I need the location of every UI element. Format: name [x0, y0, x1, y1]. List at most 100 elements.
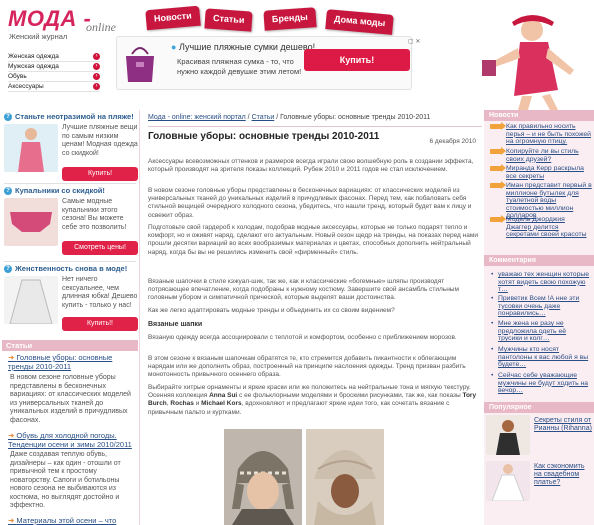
wedding-dress-thumbnail	[486, 461, 530, 501]
arrow-icon	[490, 147, 506, 155]
breadcrumb: Мода - online: женский портал / Статьи /…	[148, 114, 431, 121]
ad-block[interactable]: ? Женственность снова в моде! Нет ничего …	[4, 264, 138, 336]
divider	[148, 126, 482, 127]
promo-close-icons[interactable]: ▢ ✕	[408, 38, 420, 45]
beach-girl-image	[4, 124, 58, 172]
news-link[interactable]: Модель Джорджия Джаггер делится секретам…	[484, 215, 592, 239]
category-label: Мужская одежда	[8, 63, 59, 70]
comment-link[interactable]: Приветик Всем !А нне эти тусовки очень д…	[490, 295, 590, 318]
knit-hat-photo	[224, 429, 302, 525]
site-header: МОДА - online Женский журнал Новости Ста…	[0, 0, 594, 110]
article-paragraph: Выбирайте хитрые орнаменты и яркие краск…	[148, 384, 477, 416]
article-link[interactable]: ➜ Головные уборы: основные тренды 2010-2…	[8, 353, 136, 371]
arrow-icon: ›	[93, 83, 100, 90]
handbag-image	[126, 47, 154, 82]
arrow-icon	[490, 181, 506, 189]
ad-block[interactable]: ? Станьте неотразимой на пляже! Лучшие пл…	[4, 112, 138, 192]
ad-title: ? Станьте неотразимой на пляже!	[4, 112, 138, 121]
category-list: Женская одежда › Мужская одежда › Обувь › А…	[8, 52, 100, 92]
nav-tab-articles[interactable]: Статьи	[204, 8, 254, 32]
article-paragraph: Вязаные шапочки в стиле кэжуал-шик, так …	[148, 278, 459, 302]
news-link[interactable]: Копируйте ли вы стиль своих друзей?	[484, 147, 592, 163]
ad-text: Самые модные купальники этого сезона! Вы…	[62, 198, 127, 231]
article-link[interactable]: ➜ Материалы этой осени – что будет самым…	[8, 516, 136, 525]
ad-title: ? Купальники со скидкой!	[4, 186, 138, 195]
arrow-icon	[490, 215, 506, 223]
bullet-icon: ●	[171, 42, 179, 52]
arrow-icon	[490, 122, 506, 130]
category-item[interactable]: Аксессуары ›	[8, 82, 100, 92]
header-model-illustration	[482, 15, 574, 110]
article-paragraph: В этом сезоне к вязаным шапочкам обратят…	[148, 355, 466, 379]
news-link[interactable]: Иман представит первый в миллионе бутыле…	[484, 181, 592, 220]
popular-item[interactable]: Как сэкономить на свадебном платье?	[484, 459, 594, 505]
popular-link[interactable]: Секреты стиля от Рианны (Rihanna)	[534, 417, 592, 433]
question-icon: ?	[4, 112, 12, 121]
article-paragraph: Подготовьте свой гардероб к холодам, под…	[148, 224, 478, 256]
arrow-icon: ›	[93, 73, 100, 80]
popular-item[interactable]: Секреты стиля от Рианны (Rihanna)	[484, 413, 594, 459]
article-paragraph: Вязаную одежду всегда ассоциировали с те…	[148, 334, 457, 341]
swimsuit-image	[4, 198, 58, 246]
site-logo[interactable]: МОДА - online Женский журнал	[8, 6, 116, 41]
right-sidebar: Новости Как правильно носить перья – и н…	[484, 110, 594, 525]
nav-tab-fashion-houses[interactable]: Дома моды	[325, 9, 395, 35]
category-label: Аксессуары	[8, 83, 44, 90]
divider	[4, 183, 136, 184]
category-label: Обувь	[8, 73, 27, 80]
ad-text: Нет ничего сексуальнее, чем длинная юбка…	[62, 276, 138, 309]
category-item[interactable]: Обувь ›	[8, 72, 100, 82]
nav-tab-news[interactable]: Новости	[145, 5, 201, 31]
logo-subtitle: Женский журнал	[9, 32, 68, 41]
article-excerpt: Даже создавая теплую обувь, дизайнеры – …	[10, 451, 121, 509]
comment-link[interactable]: Мне жена не разу не предложила одеть её …	[490, 320, 590, 343]
ad-title: ? Женственность снова в моде!	[4, 264, 138, 273]
breadcrumb-current: Головные уборы: основные тренды 2010-201…	[280, 114, 431, 121]
section-subheading: Вязаные шапки	[148, 321, 203, 328]
comments-section-header: Комментария	[484, 255, 594, 266]
comment-link[interactable]: Мужчины кто носят пантолоны к вас любой …	[490, 346, 590, 369]
skirt-image	[4, 276, 58, 324]
arrow-icon: ›	[93, 53, 100, 60]
main-content: Мода - online: женский портал / Статьи /…	[140, 110, 484, 525]
promo-buy-button[interactable]: Купить!	[304, 49, 410, 71]
rihanna-thumbnail	[486, 415, 530, 455]
news-link[interactable]: Миранда Керр раскрыла все секреты	[484, 164, 592, 180]
ad-text: Лучшие пляжные вещи по самым низким цена…	[62, 124, 138, 157]
promo-title: ● Лучшие пляжные сумки дешево!	[171, 42, 316, 52]
question-icon: ?	[4, 264, 12, 273]
comment-link[interactable]: Сейчас себе уважающие мужчины не будут х…	[490, 372, 590, 395]
promo-text: Красивая пляжная сумка - то, что нужно к…	[177, 57, 302, 76]
comment-link[interactable]: уважаю тех женщин которые хотят видеть с…	[490, 271, 590, 294]
article-title: Головные уборы: основные тренды 2010-201…	[148, 131, 380, 142]
question-icon: ?	[4, 186, 12, 195]
article-paragraph: Аксессуары всевозможных оттенков и разме…	[148, 158, 474, 174]
category-item[interactable]: Мужская одежда ›	[8, 62, 100, 72]
logo-online-text: online	[86, 20, 116, 34]
breadcrumb-section-link[interactable]: Статьи	[252, 114, 275, 121]
divider	[4, 261, 136, 262]
category-label: Женская одежда	[8, 53, 59, 60]
category-item[interactable]: Женская одежда ›	[8, 52, 100, 62]
ad-block[interactable]: ? Купальники со скидкой! Самые модные куп…	[4, 186, 138, 260]
articles-section-header: Статьи	[2, 340, 138, 351]
ad-prices-button[interactable]: Смотреть цены!	[62, 241, 138, 255]
article-link[interactable]: ➜ Обувь для холодной погоды. Тенденции о…	[8, 431, 136, 449]
nav-tab-brands[interactable]: Бренды	[263, 7, 317, 31]
left-sidebar: ? Станьте неотразимой на пляже! Лучшие пл…	[0, 110, 140, 525]
news-section-header: Новости	[484, 110, 594, 121]
article-date: 6 декабря 2010	[429, 138, 476, 145]
ad-buy-button[interactable]: Купить!	[62, 167, 138, 181]
arrow-icon	[490, 164, 506, 172]
logo-main-text: МОДА -	[8, 6, 92, 31]
arrow-icon: ›	[93, 63, 100, 70]
article-paragraph: В новом сезоне головные уборы представле…	[148, 187, 472, 219]
popular-section-header: Популярное	[484, 402, 594, 413]
news-link[interactable]: Как правильно носить перья – и не быть п…	[484, 122, 592, 146]
popular-link[interactable]: Как сэкономить на свадебном платье?	[534, 463, 592, 487]
ad-buy-button[interactable]: Купить!!	[62, 317, 138, 331]
article-paragraph: Как же легко адаптировать модные тренды …	[148, 307, 395, 314]
article-excerpt: В новом сезоне головные уборы представле…	[10, 374, 131, 424]
breadcrumb-home-link[interactable]: Мода - online: женский портал	[148, 114, 246, 121]
knit-hat-photo	[306, 429, 384, 525]
